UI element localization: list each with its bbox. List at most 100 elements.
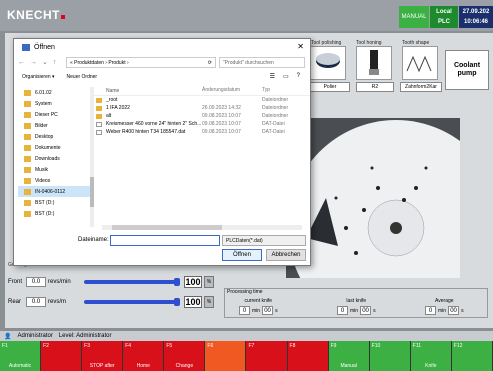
- search-input[interactable]: "Produkt" durchsuchen: [219, 57, 305, 68]
- new-folder-button[interactable]: Neuer Ordner: [67, 74, 98, 80]
- file-name: alt: [106, 113, 112, 119]
- folder-icon: [96, 113, 102, 119]
- file-name: Weber R400 hinten T34 185547.dat: [106, 129, 186, 135]
- tree-item[interactable]: BST (D:): [18, 197, 90, 208]
- tool-honing-image[interactable]: [356, 46, 392, 80]
- front-unit: revs/min: [48, 279, 71, 285]
- chevron-down-icon[interactable]: ⌄: [42, 58, 48, 66]
- help-icon[interactable]: ?: [297, 73, 300, 80]
- tree-item[interactable]: IN-0406-0112: [18, 186, 90, 197]
- col-name[interactable]: Name: [92, 87, 202, 95]
- fkey-f2[interactable]: F2: [41, 341, 83, 371]
- tree-item-label: Bilder: [35, 122, 48, 129]
- rear-unit: revs/m: [48, 299, 66, 305]
- fkey-f4[interactable]: F4 Home: [123, 341, 165, 371]
- close-icon[interactable]: ✕: [297, 42, 304, 51]
- current-min-value: 0: [239, 306, 250, 315]
- tree-item[interactable]: Musik: [18, 164, 90, 175]
- organize-button[interactable]: Organisieren ▾: [22, 74, 55, 80]
- last-knife-label: last knife: [346, 298, 367, 304]
- rear-label: Rear: [8, 299, 22, 305]
- tree-item[interactable]: System: [18, 98, 90, 109]
- filename-input[interactable]: [110, 235, 220, 246]
- rear-slider-thumb[interactable]: [174, 298, 180, 306]
- fkey-label: Automatic: [8, 363, 32, 369]
- tree-item[interactable]: 6.01.02: [18, 87, 90, 98]
- tree-item[interactable]: Dieser PC: [18, 109, 90, 120]
- view-icon[interactable]: ☰: [270, 73, 275, 80]
- last-knife-time: last knife 0 min 00 s: [337, 298, 376, 315]
- fkey-number: F2: [43, 343, 49, 349]
- folder-icon: [96, 105, 102, 111]
- preview-pane-icon[interactable]: ▭: [283, 73, 289, 80]
- cancel-button[interactable]: Abbrechen: [266, 249, 306, 261]
- tree-item[interactable]: Downloads: [18, 153, 90, 164]
- file-name: _root: [106, 97, 118, 103]
- user-icon: 👤: [4, 333, 12, 340]
- front-percent-field[interactable]: 100: [184, 276, 202, 288]
- rear-slider[interactable]: [84, 300, 178, 304]
- fkey-f6[interactable]: F6: [205, 341, 247, 371]
- filetype-select[interactable]: PLCDaten(*.dat): [222, 235, 306, 246]
- breadcrumb: « Produktdaten › Produkt ›: [70, 59, 129, 66]
- fkey-f9[interactable]: F9 Manual: [328, 341, 370, 371]
- fkey-f12[interactable]: F12: [451, 341, 493, 371]
- logo-dot: [61, 15, 65, 19]
- forward-arrow-icon[interactable]: →: [30, 59, 37, 66]
- file-type: Dateiordner: [262, 105, 289, 111]
- fkey-f3[interactable]: F3 STOP after: [82, 341, 124, 371]
- file-date: 09.08.2023 10:07: [202, 121, 241, 127]
- file-row[interactable]: Weber R400 hinten T34 185547.dat 09.08.20…: [92, 128, 310, 136]
- up-arrow-icon[interactable]: ↑: [53, 59, 57, 66]
- rear-value-field[interactable]: 0.0: [26, 297, 46, 307]
- fkey-f8[interactable]: F8: [287, 341, 329, 371]
- fkey-f7[interactable]: F7: [246, 341, 288, 371]
- front-value-field[interactable]: 0.0: [26, 277, 46, 287]
- fkey-f11[interactable]: F11 Knife: [410, 341, 452, 371]
- fkey-f5[interactable]: F5 Change: [164, 341, 206, 371]
- hscrollbar-thumb[interactable]: [112, 225, 222, 230]
- average-min-value: 0: [425, 306, 436, 315]
- col-type[interactable]: Typ: [262, 87, 306, 95]
- tree-item[interactable]: Desktop: [18, 131, 90, 142]
- front-percent-button[interactable]: %: [204, 276, 214, 288]
- tree-item[interactable]: Videos: [18, 175, 90, 186]
- coolant-pump-button[interactable]: Coolant pump: [445, 50, 489, 90]
- fkey-f10[interactable]: F10: [369, 341, 411, 371]
- open-button[interactable]: Öffnen: [222, 249, 262, 261]
- file-type: DAT-Datei: [262, 129, 285, 135]
- rear-percent-field[interactable]: 100: [184, 296, 202, 308]
- rear-percent-button[interactable]: %: [204, 296, 214, 308]
- file-row[interactable]: Kreismesser 460 vorne 24" hinten 2" Sch.…: [92, 120, 310, 128]
- front-slider[interactable]: [84, 280, 178, 284]
- file-row[interactable]: alt 09.08.2023 10:07 Dateiordner: [92, 112, 310, 120]
- tree-item[interactable]: BST (D:): [18, 208, 90, 219]
- fkey-label: Knife: [425, 363, 437, 369]
- tool-honing-name: R2: [356, 82, 394, 92]
- folder-icon: [24, 133, 31, 140]
- refresh-icon[interactable]: ⟳: [208, 60, 212, 66]
- tooth-shape-image[interactable]: [402, 46, 438, 80]
- file-row[interactable]: 1 IFA 2022 26.09.2023 14:32 Dateiordner: [92, 104, 310, 112]
- back-arrow-icon[interactable]: ←: [18, 59, 25, 66]
- tool-polishing-image[interactable]: [310, 46, 346, 80]
- fkey-f1[interactable]: F1 Automatic: [0, 341, 42, 371]
- folder-icon: [24, 111, 31, 118]
- tooth-shape-icon: [406, 55, 432, 73]
- last-sec-unit: s: [373, 307, 376, 314]
- file-list-hscrollbar[interactable]: [102, 225, 302, 230]
- front-slider-thumb[interactable]: [174, 278, 180, 286]
- saw-blade-image: [286, 118, 460, 278]
- file-row[interactable]: _root Dateiordner: [92, 96, 310, 104]
- address-bar[interactable]: « Produktdaten › Produkt › ⟳: [66, 57, 216, 68]
- tree-item[interactable]: Bilder: [18, 120, 90, 131]
- average-label: Average: [435, 298, 454, 304]
- fkey-number: F6: [207, 343, 214, 349]
- tree-item-label: 6.01.02: [35, 89, 52, 96]
- tree-item-label: Dieser PC: [35, 111, 58, 118]
- tree-item-label: Downloads: [35, 155, 60, 162]
- col-date[interactable]: Änderungsdatum: [202, 87, 262, 95]
- fkey-number: F11: [412, 343, 422, 349]
- tree-item[interactable]: Dokumente: [18, 142, 90, 153]
- file-type: Dateiordner: [262, 113, 289, 119]
